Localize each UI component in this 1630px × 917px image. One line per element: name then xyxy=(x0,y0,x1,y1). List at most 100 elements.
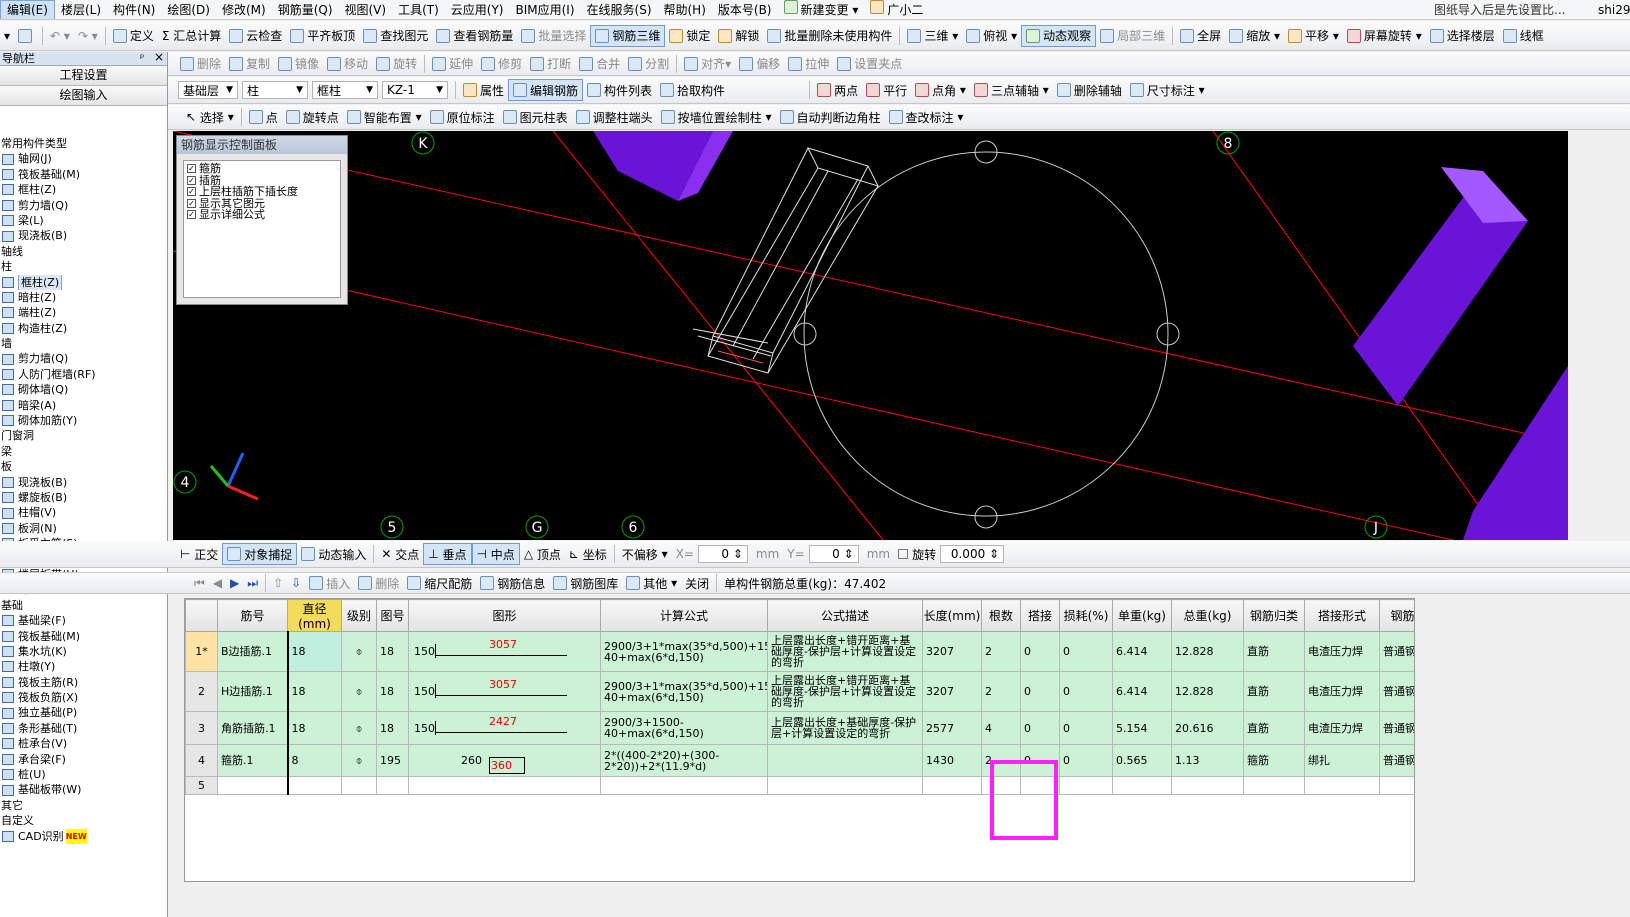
3d-viewport[interactable]: K 8 4 5 G 6 J xyxy=(173,131,1568,540)
cell-empty[interactable] xyxy=(767,776,923,795)
cell-desc[interactable]: 上层露出长度+错开距离+基础厚度-保护层+计算设置设定的弯折 xyxy=(767,671,923,712)
orbit-handle-left[interactable] xyxy=(793,322,817,346)
cell-fig[interactable]: 195 xyxy=(376,744,409,777)
drawing-input-button[interactable]: 绘图输入 xyxy=(0,86,167,106)
menu-online[interactable]: 在线服务(S) xyxy=(581,0,658,19)
coordinate-button[interactable]: ⊾ 坐标 xyxy=(565,543,611,565)
delete-row-button[interactable]: 删除 xyxy=(354,573,403,593)
menu-cloud[interactable]: 云应用(Y) xyxy=(445,0,510,19)
column-header[interactable]: 公式描述 xyxy=(767,599,923,632)
cell-fig[interactable]: 18 xyxy=(376,671,409,712)
cell-empty[interactable] xyxy=(217,776,288,795)
cell-total[interactable]: 12.828 xyxy=(1171,671,1244,712)
extend-button[interactable]: 延伸 xyxy=(428,53,477,75)
set-grip-button[interactable]: 设置夹点 xyxy=(833,53,906,75)
cell-empty[interactable] xyxy=(1379,776,1414,795)
menu-help[interactable]: 帮助(H) xyxy=(658,0,712,19)
category-select[interactable]: 柱 ▼ xyxy=(242,81,308,99)
offset-select[interactable]: 不偏移 ▾ xyxy=(618,543,672,565)
tree-item[interactable]: 框柱(Z) xyxy=(0,182,167,197)
intersection-button[interactable]: ✕ 交点 xyxy=(377,543,423,565)
component-list-button[interactable]: 构件列表 xyxy=(583,79,656,101)
cell-name[interactable]: B边插筋.1 xyxy=(217,631,288,672)
merge-button[interactable]: 合并 xyxy=(575,53,624,75)
perpendicular-button[interactable]: ⊥ 垂点 xyxy=(423,543,472,565)
split-button[interactable]: 分割 xyxy=(624,53,673,75)
summary-calc-button[interactable]: Σ 汇总计算 xyxy=(158,25,225,47)
cell-grade[interactable]: ⌽ xyxy=(341,631,377,672)
tree-item[interactable]: 人防门框墙(RF) xyxy=(0,367,167,382)
draw-by-wall-button[interactable]: 按墙位置绘制柱 ▾ xyxy=(657,106,776,128)
cell-empty[interactable] xyxy=(408,776,601,795)
cell-empty[interactable] xyxy=(600,776,768,795)
menu-view[interactable]: 视图(V) xyxy=(339,0,393,19)
insert-row-button[interactable]: 插入 xyxy=(305,573,354,593)
rotate-point-button[interactable]: 旋转点 xyxy=(282,106,343,128)
align-slab-top-button[interactable]: 平齐板顶 xyxy=(286,25,359,47)
dimension-button[interactable]: 尺寸标注 ▾ xyxy=(1126,79,1209,101)
delete-button[interactable]: 删除 xyxy=(176,53,225,75)
lock-button[interactable]: 锁定 xyxy=(665,25,714,47)
column-header[interactable]: 级别 xyxy=(341,599,377,632)
view-rebar-qty-button[interactable]: 查看钢筋量 xyxy=(432,25,517,47)
delete-axis-button[interactable]: 删除辅轴 xyxy=(1053,79,1126,101)
cell-cat[interactable]: 直筋 xyxy=(1243,711,1305,745)
scene-canvas[interactable]: K 8 4 5 G 6 J xyxy=(173,131,1568,540)
column-header[interactable]: 搭接形式 xyxy=(1304,599,1380,632)
tree-item[interactable]: 梁(L) xyxy=(0,213,167,228)
cell-lap[interactable]: 0 xyxy=(1020,711,1060,745)
tree-item[interactable]: 端柱(Z) xyxy=(0,305,167,320)
midpoint-button[interactable]: ⊣ 中点 xyxy=(471,543,520,565)
properties-button[interactable]: 属性 xyxy=(459,79,508,101)
cell-cat[interactable]: 直筋 xyxy=(1243,671,1305,712)
rebar-library-button[interactable]: 钢筋图库 xyxy=(549,573,622,593)
cell-shape[interactable]: 150 3057 xyxy=(408,631,601,672)
cell-total[interactable]: 1.13 xyxy=(1171,744,1244,777)
project-settings-button[interactable]: 工程设置 xyxy=(0,66,167,86)
dynamic-view-button[interactable]: 动态观察 xyxy=(1021,24,1097,47)
cell-grade[interactable]: ⌽ xyxy=(341,744,377,777)
3d-button[interactable]: 三维 ▾ xyxy=(903,25,962,47)
undo-button[interactable]: ↶ ▾ xyxy=(46,25,74,47)
orbit-handle-bottom[interactable] xyxy=(974,505,998,529)
cell-len[interactable]: 1430 xyxy=(922,744,982,777)
cell-total[interactable]: 12.828 xyxy=(1171,631,1244,672)
cell-laptype[interactable]: 电渣压力焊 xyxy=(1304,711,1380,745)
column-header[interactable]: 筋号 xyxy=(217,599,288,632)
last-row-button[interactable]: ⏭ xyxy=(243,573,262,593)
tree-item[interactable]: 现浇板(B) xyxy=(0,228,167,243)
save-button[interactable] xyxy=(14,25,39,47)
cell-lap[interactable]: 0 xyxy=(1020,631,1060,672)
cell-cat[interactable]: 直筋 xyxy=(1243,631,1305,672)
cell-loss[interactable]: 0 xyxy=(1059,711,1113,745)
tree-item[interactable]: 柱帽(V) xyxy=(0,505,167,520)
y-input[interactable]: 0 ⇕ xyxy=(808,545,859,563)
unlock-button[interactable]: 解锁 xyxy=(714,25,763,47)
select-button[interactable]: ↖ 选择 ▾ xyxy=(182,106,238,128)
object-snap-button[interactable]: 对象捕捉 xyxy=(222,543,298,565)
table-row[interactable]: 4 箍筋.1 8 ⌽ 195 260 360 2*((400-2*20)+(300-2*20)… xyxy=(185,744,1414,777)
tree-category[interactable]: 梁 xyxy=(0,444,167,459)
tree-category[interactable]: 基础 xyxy=(0,598,167,613)
cell-loss[interactable]: 0 xyxy=(1059,744,1113,777)
tree-item[interactable]: 砌体墙(Q) xyxy=(0,382,167,397)
tree-item[interactable]: 承台梁(F) xyxy=(0,752,167,767)
element-table-button[interactable]: 图元柱表 xyxy=(499,106,572,128)
cell-empty[interactable] xyxy=(1059,776,1113,795)
column-header[interactable]: 搭接 xyxy=(1020,599,1060,632)
cell-loss[interactable]: 0 xyxy=(1059,631,1113,672)
table-row[interactable]: 2 H边插筋.1 18 ⌽ 18 150 3057 2900/3+1*max(35*d,500… xyxy=(185,671,1414,712)
x-input[interactable]: 0 ⇕ xyxy=(697,545,748,563)
cell-formula[interactable]: 2900/3+1*max(35*d,500)+1500-40+max(6*d,1… xyxy=(600,671,768,712)
tree-item[interactable]: 螺旋板(B) xyxy=(0,490,167,505)
table-row[interactable]: 1* B边插筋.1 18 ⌽ 18 150 3057 2900/3+1*max(35*d,50… xyxy=(185,631,1414,672)
column-header[interactable]: 损耗(%) xyxy=(1059,599,1113,632)
zoom-button[interactable]: 缩放 ▾ xyxy=(1225,25,1284,47)
cell-shape[interactable]: 150 3057 xyxy=(408,671,601,712)
column-header[interactable]: 根数 xyxy=(981,599,1021,632)
column-header[interactable]: 单重(kg) xyxy=(1112,599,1172,632)
trim-button[interactable]: 修剪 xyxy=(477,53,526,75)
tree-item[interactable]: 筏板基础(M) xyxy=(0,167,167,182)
column-header[interactable]: 图号 xyxy=(376,599,409,632)
column-header[interactable]: 长度(mm) xyxy=(922,599,982,632)
